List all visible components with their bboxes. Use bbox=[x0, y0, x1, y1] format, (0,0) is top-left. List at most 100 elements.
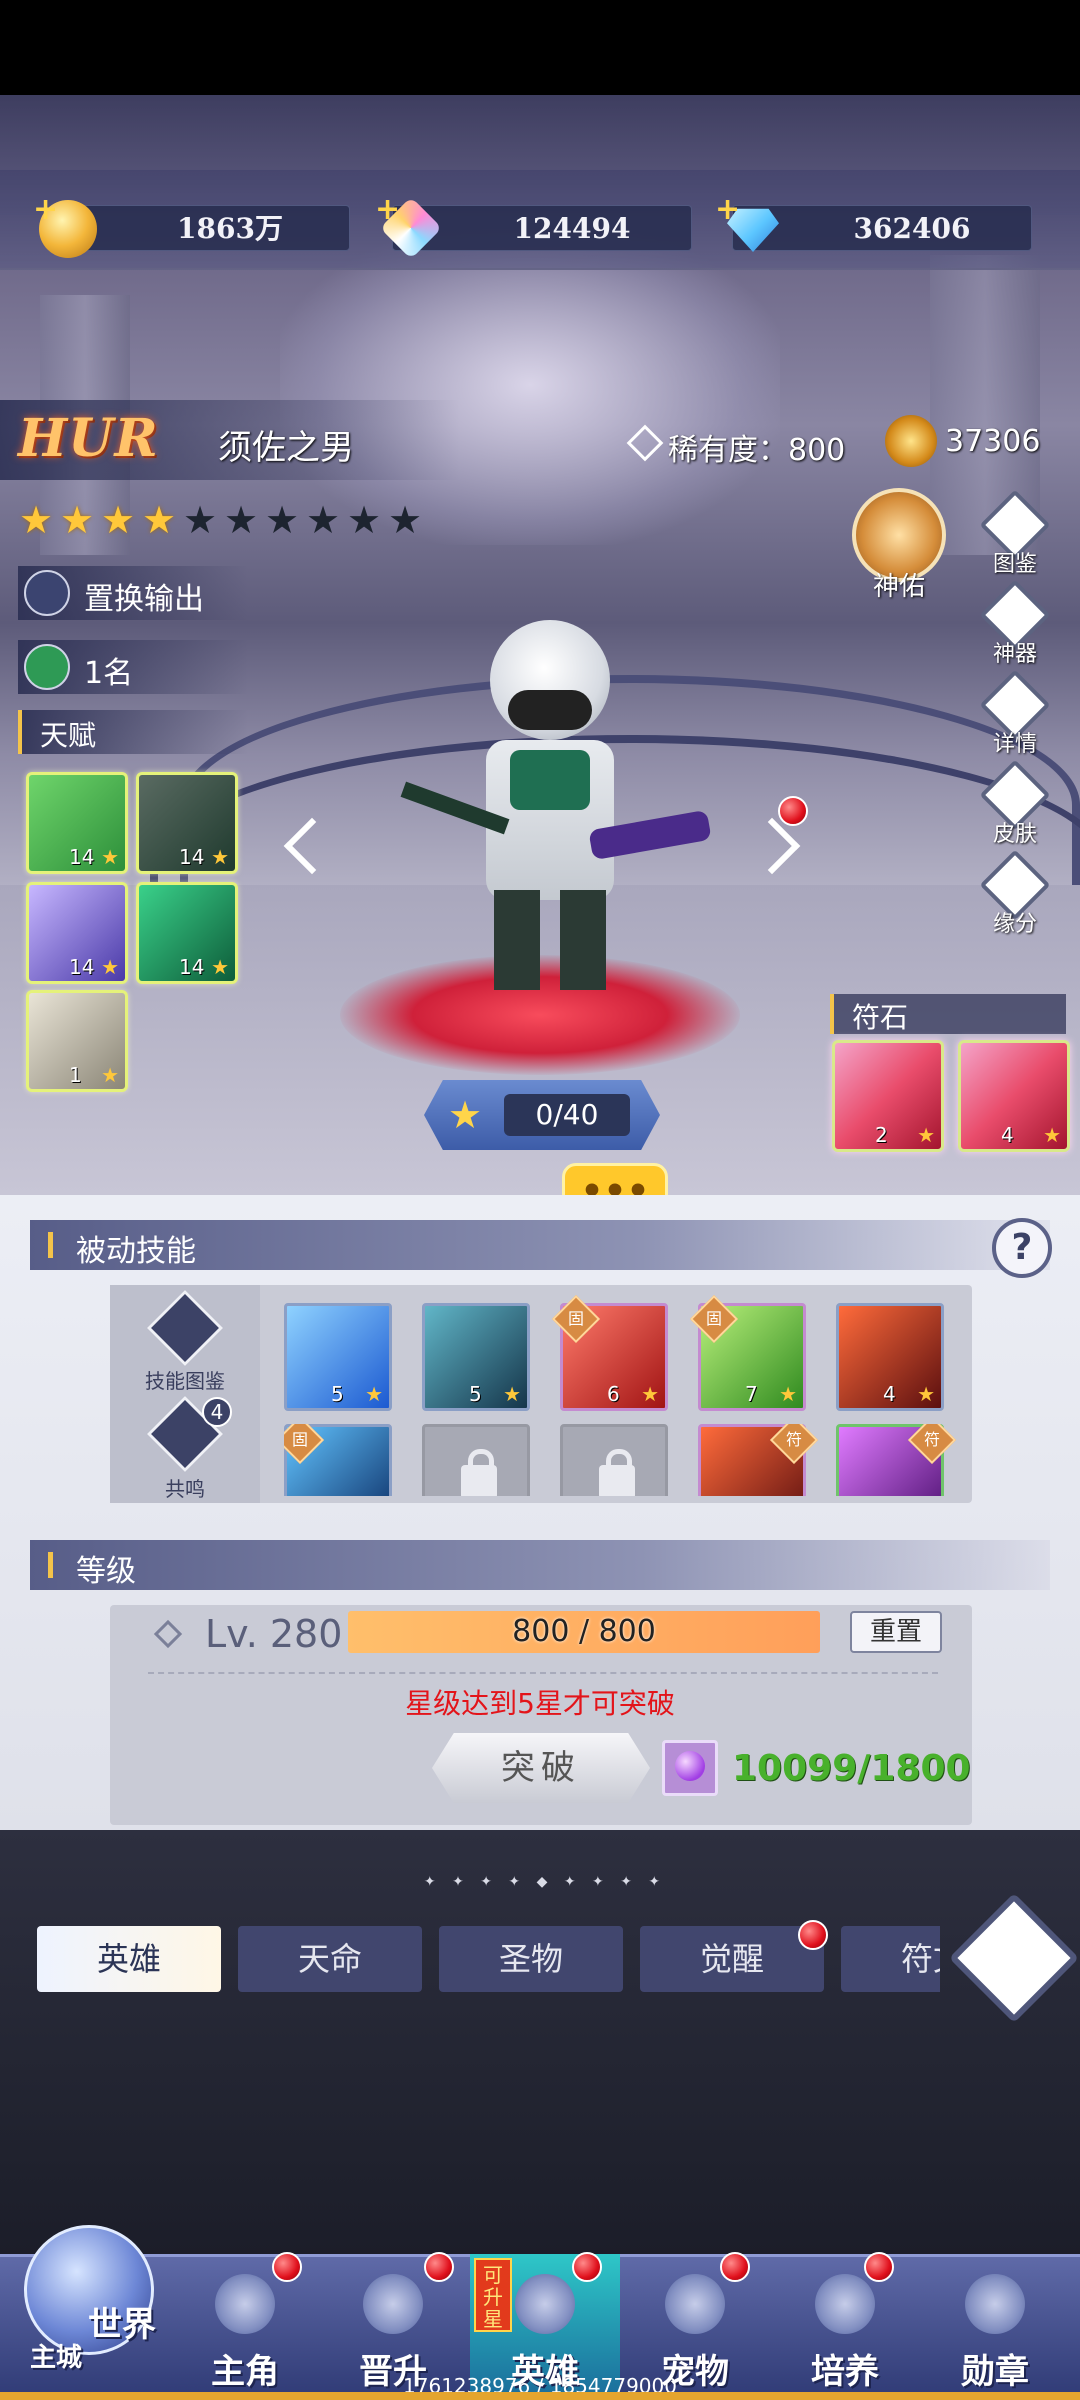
passive-skill-slot[interactable]: 符 bbox=[836, 1424, 957, 1496]
skill-level: 5 bbox=[331, 1382, 344, 1406]
tab-hero[interactable]: 英雄 bbox=[37, 1926, 221, 1992]
crossed-swords-icon bbox=[24, 570, 70, 616]
add-rainbow-gem-icon[interactable]: + bbox=[375, 192, 400, 227]
resonance-count-badge: 4 bbox=[202, 1397, 232, 1427]
side-button-artifact[interactable]: 神器 bbox=[979, 579, 1051, 670]
fixed-badge-icon: 固 bbox=[284, 1424, 325, 1465]
side-button-details[interactable]: 详情 bbox=[979, 669, 1051, 760]
add-diamond-icon[interactable]: + bbox=[715, 192, 740, 227]
star-icon: ★ bbox=[211, 955, 229, 979]
rainbow-gem-counter[interactable]: + 124494 bbox=[375, 192, 692, 260]
reset-button[interactable]: 重置 bbox=[850, 1611, 942, 1653]
rune-section-title: 符石 bbox=[830, 994, 1066, 1034]
hero-character[interactable] bbox=[390, 600, 712, 1000]
star-icon: ★ bbox=[917, 1382, 935, 1406]
upgrade-progress-value: 0/40 bbox=[504, 1094, 630, 1136]
rune-title-label: 符石 bbox=[852, 1001, 909, 1034]
lock-icon bbox=[599, 1449, 635, 1496]
star-icon: ★ bbox=[101, 1063, 119, 1087]
resonance-label: 共鸣 bbox=[165, 1477, 205, 1501]
blessing-label: 神佑 bbox=[872, 572, 925, 602]
locked-skill-slot[interactable] bbox=[422, 1424, 530, 1496]
breakthrough-warning: 星级达到5星才可突破 bbox=[405, 1687, 675, 1720]
main-city-label: 主城 bbox=[30, 2343, 83, 2373]
passive-skill-slot[interactable]: 固 bbox=[284, 1424, 392, 1496]
breakthrough-material-count: 10099/1800 bbox=[732, 1748, 971, 1789]
help-icon[interactable]: ? bbox=[992, 1218, 1052, 1278]
side-button-codex[interactable]: 图鉴 bbox=[979, 489, 1051, 580]
hero-name: 须佐之男 bbox=[218, 428, 354, 468]
talent-level: 14 bbox=[69, 845, 95, 869]
talent-slot[interactable]: 14 ★ bbox=[26, 882, 128, 984]
talent-level: 14 bbox=[69, 955, 95, 979]
passive-skill-slot[interactable]: 固 6 ★ bbox=[551, 1294, 668, 1411]
rune-badge-icon: 符 bbox=[769, 1424, 819, 1465]
empty-star-icon: ★ bbox=[223, 498, 259, 542]
hero-rank-tag[interactable]: 1名 bbox=[18, 640, 248, 694]
tab-destiny[interactable]: 天命 bbox=[238, 1926, 422, 1992]
talent-slot[interactable]: 14 ★ bbox=[26, 772, 128, 874]
notification-dot bbox=[720, 2252, 750, 2282]
passive-skill-slot[interactable]: 符 bbox=[698, 1424, 819, 1496]
notification-dot bbox=[572, 2252, 602, 2282]
level-section-header: 等级 bbox=[30, 1540, 1050, 1590]
talent-level: 14 bbox=[179, 845, 205, 869]
star-icon: ★ bbox=[211, 845, 229, 869]
rune-badge-icon: 符 bbox=[907, 1424, 957, 1465]
talent-title-label: 天赋 bbox=[40, 719, 97, 752]
passive-skill-row-2: 固 符 符 bbox=[284, 1424, 984, 1496]
tab-rune[interactable]: 符文 bbox=[841, 1926, 940, 1992]
add-coin-icon[interactable]: + bbox=[33, 192, 58, 227]
star-icon: ★ bbox=[917, 1123, 935, 1147]
power-crown-icon bbox=[885, 415, 937, 467]
filled-star-icon: ★ bbox=[18, 498, 54, 542]
talent-slot[interactable]: 14 ★ bbox=[136, 772, 238, 874]
decorative-divider: ✦ ✦ ✦ ✦ ◆ ✦ ✦ ✦ ✦ bbox=[423, 1874, 667, 1890]
diamond-counter[interactable]: + 362406 bbox=[715, 192, 1032, 252]
locked-skill-slot[interactable] bbox=[560, 1424, 668, 1496]
world-label: 世界 bbox=[88, 2305, 156, 2345]
pet-icon bbox=[665, 2274, 725, 2334]
talent-slot[interactable]: 14 ★ bbox=[136, 882, 238, 984]
hero-power: 37306 bbox=[945, 424, 1041, 459]
passive-skill-title: 被动技能 bbox=[76, 1234, 196, 1269]
star-icon: ★ bbox=[779, 1382, 797, 1406]
rune-slot[interactable]: 4 ★ bbox=[958, 1040, 1070, 1152]
empty-star-icon: ★ bbox=[346, 498, 382, 542]
talent-slot[interactable]: 1 ★ bbox=[26, 990, 128, 1092]
side-button-skin[interactable]: 皮肤 bbox=[979, 759, 1051, 850]
divider bbox=[148, 1672, 938, 1674]
world-button[interactable]: 世界 主城 bbox=[10, 2205, 170, 2385]
empty-star-icon: ★ bbox=[182, 498, 218, 542]
tab-relic[interactable]: 圣物 bbox=[439, 1926, 623, 1992]
breakthrough-button[interactable]: 突破 bbox=[432, 1733, 650, 1803]
hero-rarity: 稀有度：800 bbox=[668, 433, 846, 468]
notification-dot bbox=[424, 2252, 454, 2282]
lock-icon bbox=[461, 1449, 497, 1496]
passive-skill-slot[interactable]: 5 ★ bbox=[422, 1303, 530, 1411]
skill-level: 7 bbox=[745, 1382, 758, 1406]
rune-slot[interactable]: 2 ★ bbox=[832, 1040, 944, 1152]
talent-level: 1 bbox=[69, 1063, 82, 1087]
exp-progress-line bbox=[0, 2392, 1080, 2400]
star-upgrade-progress[interactable]: ★ 0/40 bbox=[424, 1080, 660, 1150]
upgrade-arrow-icon: ★ bbox=[448, 1093, 483, 1137]
passive-skill-slot[interactable]: 4 ★ bbox=[836, 1303, 944, 1411]
passive-skill-sidebar: 技能图鉴 4 共鸣 bbox=[110, 1285, 260, 1503]
talent-level: 14 bbox=[179, 955, 205, 979]
diamond-value: 362406 bbox=[853, 212, 971, 245]
filled-star-icon: ★ bbox=[141, 498, 177, 542]
star-icon: ★ bbox=[101, 845, 119, 869]
tab-awaken[interactable]: 觉醒 bbox=[640, 1926, 824, 1992]
hero-grade-label: HUR bbox=[18, 408, 159, 469]
hero-role-tag: 置换输出 bbox=[18, 566, 248, 620]
side-button-fate[interactable]: 缘分 bbox=[979, 849, 1051, 940]
star-icon: ★ bbox=[101, 955, 119, 979]
passive-skill-slot[interactable]: 固 7 ★ bbox=[689, 1294, 806, 1411]
coin-counter[interactable]: + 1863万 bbox=[33, 192, 350, 258]
hero-level: Lv. 280 bbox=[205, 1612, 343, 1656]
passive-skill-slot[interactable]: 5 ★ bbox=[284, 1303, 392, 1411]
hero-helmet-icon bbox=[515, 2274, 575, 2334]
empty-star-icon: ★ bbox=[387, 498, 423, 542]
skill-codex-icon[interactable] bbox=[146, 1289, 224, 1367]
